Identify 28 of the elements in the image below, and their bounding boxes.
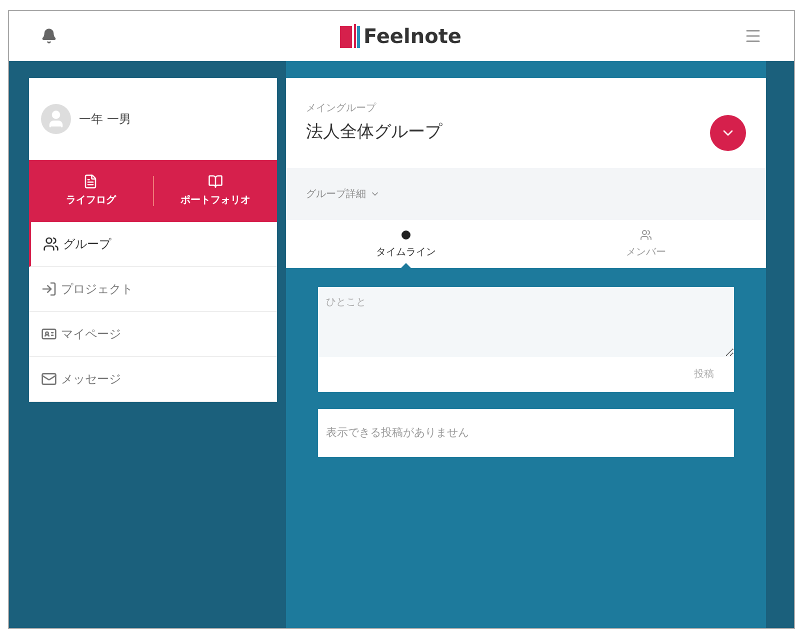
quick-link[interactable]: ポートフォリオ <box>154 174 277 208</box>
mail-icon <box>41 371 57 387</box>
logo-icon <box>340 24 360 48</box>
comment-field[interactable]: ひとこと <box>318 287 734 357</box>
menu-item[interactable]: メッセージ <box>29 357 277 402</box>
details-toggle[interactable]: グループ詳細 <box>306 186 380 202</box>
menu-item[interactable]: マイページ <box>29 312 277 357</box>
group-caption: メイングループ <box>306 102 378 116</box>
logo-text: Feelnote <box>364 23 462 50</box>
menu-item[interactable]: プロジェクト <box>29 267 277 312</box>
menu-button[interactable] <box>744 27 762 45</box>
book-icon <box>208 174 223 189</box>
id-card-icon <box>41 326 57 342</box>
group-name: 法人全体グループ <box>306 120 442 144</box>
menu-item[interactable]: グループ <box>29 222 277 267</box>
notification-button[interactable] <box>41 28 57 44</box>
empty-message: 表示できる投稿がありません <box>326 424 469 441</box>
expand-button[interactable] <box>710 115 746 151</box>
project-icon <box>41 281 57 297</box>
user-name: 一年 一男 <box>79 111 131 128</box>
avatar-icon <box>41 104 71 134</box>
post-button[interactable]: 投稿 <box>694 367 714 382</box>
group-icon <box>640 228 652 240</box>
tab[interactable]: メンバー <box>526 220 766 268</box>
quick-link[interactable]: ライフログ <box>29 174 152 208</box>
document-icon <box>83 174 98 189</box>
group-icon <box>43 236 59 252</box>
tab[interactable]: タイムライン <box>286 220 526 268</box>
